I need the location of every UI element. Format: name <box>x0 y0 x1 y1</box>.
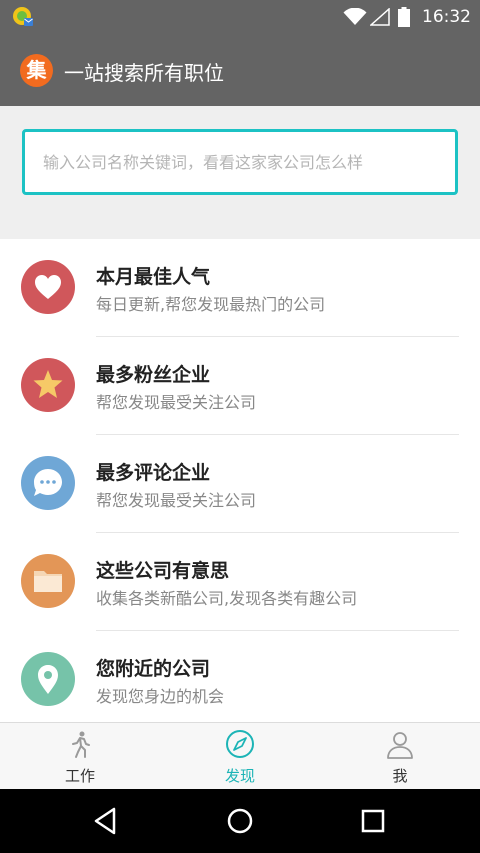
list-item-subtitle: 收集各类新酷公司,发现各类有趣公司 <box>96 589 358 608</box>
status-bar: 16:32 <box>0 0 480 34</box>
compass-icon <box>226 730 254 758</box>
recents-icon[interactable] <box>357 805 389 837</box>
user-icon <box>387 732 413 759</box>
notification-icon <box>13 7 33 26</box>
list-item-subtitle: 每日更新,帮您发现最热门的公司 <box>96 295 326 314</box>
status-time: 16:32 <box>422 7 471 27</box>
signal-icon <box>370 8 390 26</box>
list-item-title: 最多粉丝企业 <box>96 364 211 386</box>
folder-icon <box>21 554 75 608</box>
list-item-fans[interactable]: 最多粉丝企业 帮您发现最受关注公司 <box>0 337 480 435</box>
discover-list: 本月最佳人气 每日更新,帮您发现最热门的公司 最多粉丝企业 帮您发现最受关注公司… <box>0 239 480 722</box>
list-item-title: 您附近的公司 <box>96 658 211 680</box>
list-item-popular[interactable]: 本月最佳人气 每日更新,帮您发现最热门的公司 <box>0 239 480 337</box>
location-pin-icon <box>21 652 75 706</box>
list-item-nearby[interactable]: 您附近的公司 发现您身边的机会 <box>0 631 480 722</box>
app-bar: 集 一站搜索所有职位 <box>0 34 480 106</box>
tab-discover[interactable]: 发现 <box>160 723 320 790</box>
bottom-tab-bar: 工作 发现 我 <box>0 722 480 789</box>
list-item-title: 这些公司有意思 <box>96 560 230 582</box>
list-item-title: 最多评论企业 <box>96 462 211 484</box>
home-icon[interactable] <box>224 805 256 837</box>
search-area <box>0 106 480 238</box>
list-item-subtitle: 帮您发现最受关注公司 <box>96 491 257 510</box>
tab-label: 工作 <box>64 767 95 785</box>
back-icon[interactable] <box>90 805 122 837</box>
list-item-title: 本月最佳人气 <box>96 266 211 288</box>
search-box[interactable] <box>22 129 458 195</box>
heart-icon <box>21 260 75 314</box>
tab-label: 我 <box>392 767 408 785</box>
list-item-comments[interactable]: 最多评论企业 帮您发现最受关注公司 <box>0 435 480 533</box>
list-item-subtitle: 帮您发现最受关注公司 <box>96 393 257 412</box>
list-item-interesting[interactable]: 这些公司有意思 收集各类新酷公司,发现各类有趣公司 <box>0 533 480 631</box>
app-logo: 集 <box>20 54 53 87</box>
page-title: 一站搜索所有职位 <box>64 61 224 85</box>
tab-work[interactable]: 工作 <box>0 723 160 790</box>
tab-me[interactable]: 我 <box>320 723 480 790</box>
battery-icon <box>398 7 410 27</box>
list-item-subtitle: 发现您身边的机会 <box>96 687 225 706</box>
star-icon <box>21 358 75 412</box>
walking-person-icon <box>72 731 90 758</box>
tab-label: 发现 <box>224 767 255 785</box>
system-nav-bar <box>0 789 480 853</box>
chat-bubble-icon <box>21 456 75 510</box>
wifi-icon <box>343 8 367 25</box>
search-input[interactable] <box>25 132 455 192</box>
